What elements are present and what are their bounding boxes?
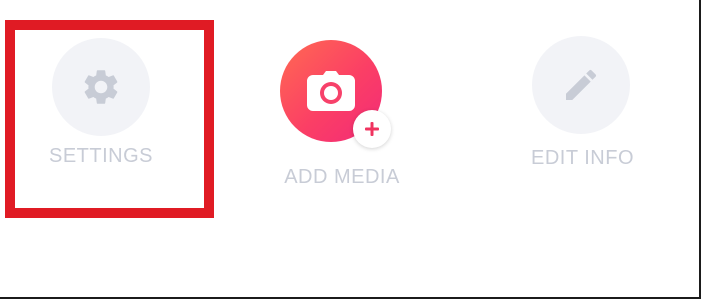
plus-icon [365,122,379,136]
add-media-button[interactable]: ADD MEDIA [272,40,418,195]
edit-info-circle [532,36,630,134]
pencil-icon [566,69,597,100]
settings-highlight-box [5,20,214,218]
edit-info-button[interactable]: EDIT INFO [515,36,650,176]
camera-icon [307,71,355,111]
profile-actions-panel: SETTINGS ADD MEDIA EDIT INFO [0,0,701,299]
add-media-label: ADD MEDIA [284,166,400,188]
add-media-plus-badge [353,110,391,148]
edit-info-label: EDIT INFO [530,147,635,169]
